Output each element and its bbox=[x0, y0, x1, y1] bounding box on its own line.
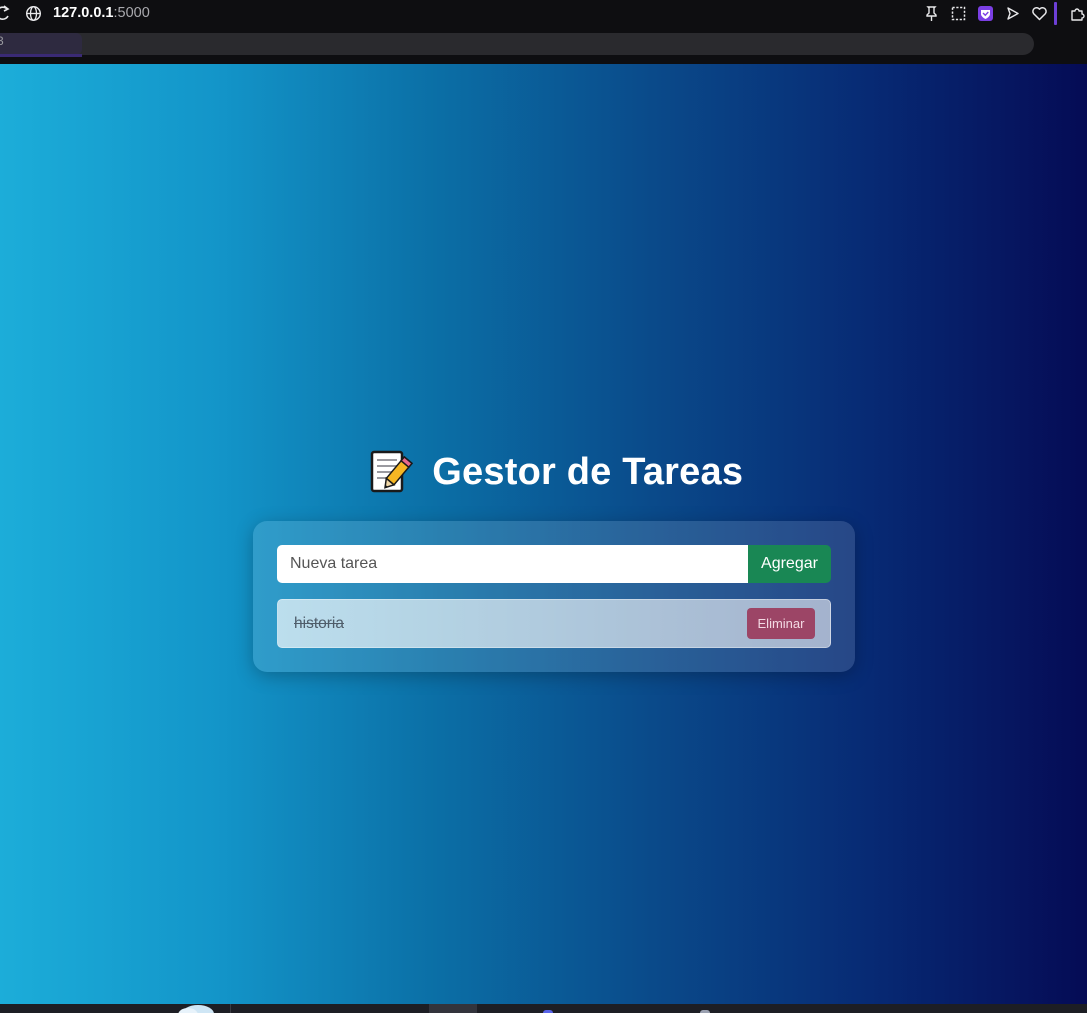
screenshot-icon[interactable] bbox=[950, 5, 967, 22]
delete-task-button[interactable]: Eliminar bbox=[747, 608, 815, 639]
new-task-input[interactable] bbox=[277, 545, 748, 583]
heart-icon[interactable] bbox=[1031, 5, 1048, 22]
toolbar-divider bbox=[1054, 2, 1057, 25]
puzzle-extensions-icon[interactable] bbox=[1069, 5, 1086, 22]
page-title: Gestor de Tareas bbox=[432, 450, 744, 493]
pin-icon[interactable] bbox=[923, 5, 940, 22]
browser-toolbar: 127.0.0.1:5000 bbox=[0, 0, 1087, 30]
taskbar-divider bbox=[230, 1004, 231, 1013]
play-icon[interactable] bbox=[1004, 5, 1021, 22]
globe-icon[interactable] bbox=[25, 5, 42, 22]
bookmark-label: 3 bbox=[0, 34, 4, 48]
url-port: :5000 bbox=[113, 5, 150, 21]
taskbar-active-app[interactable] bbox=[429, 1004, 477, 1013]
shield-extension-icon[interactable] bbox=[977, 5, 994, 22]
bookmarks-strip bbox=[0, 33, 1034, 55]
bookmarks-bar: 3 bbox=[0, 30, 1087, 64]
add-task-form: Agregar bbox=[277, 545, 831, 583]
task-list: historia Eliminar bbox=[277, 599, 831, 648]
os-taskbar bbox=[0, 1004, 1087, 1013]
active-bookmark[interactable] bbox=[0, 33, 82, 57]
address-bar[interactable]: 127.0.0.1:5000 bbox=[53, 5, 150, 22]
task-card: Agregar historia Eliminar bbox=[253, 521, 855, 672]
weather-cloud-icon[interactable] bbox=[168, 1004, 214, 1013]
header: Gestor de Tareas bbox=[0, 449, 1087, 495]
add-task-button[interactable]: Agregar bbox=[748, 545, 831, 583]
url-host: 127.0.0.1 bbox=[53, 5, 114, 21]
task-text[interactable]: historia bbox=[294, 615, 344, 633]
task-item[interactable]: historia Eliminar bbox=[277, 599, 831, 648]
reload-icon[interactable] bbox=[0, 5, 10, 21]
page-background: Gestor de Tareas Agregar historia Elimin… bbox=[0, 64, 1087, 1004]
memo-pencil-icon bbox=[370, 450, 413, 493]
